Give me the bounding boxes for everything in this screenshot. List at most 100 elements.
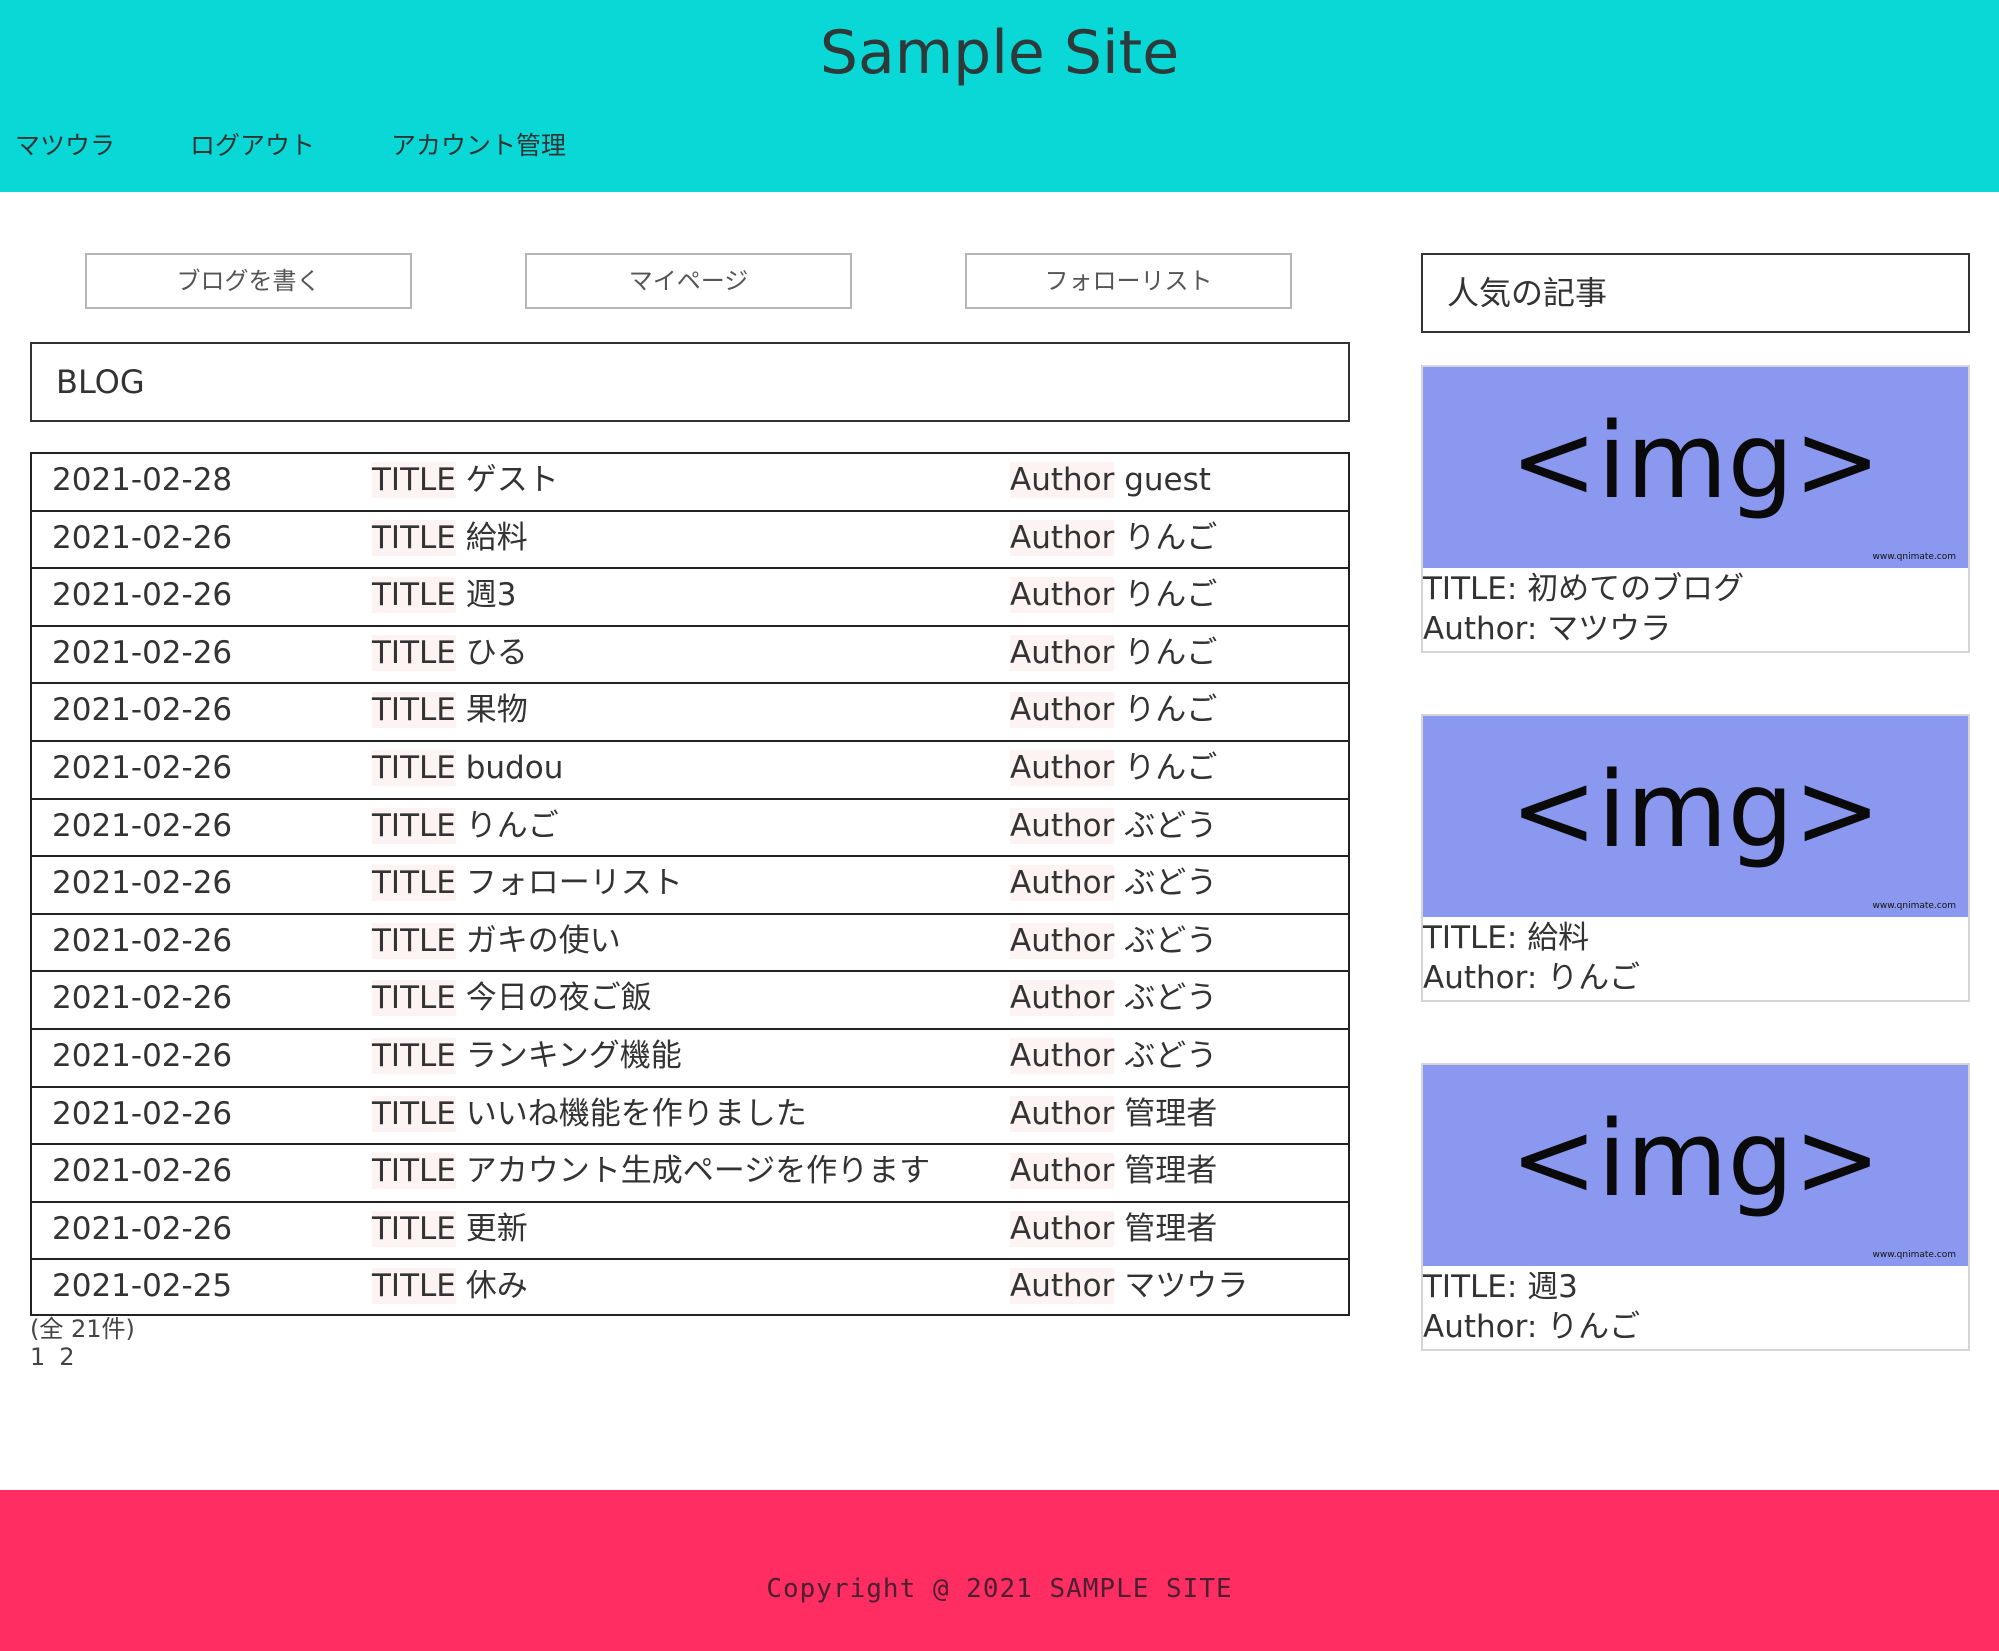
card-details: TITLE: 給料 Author: りんご (1423, 918, 1640, 998)
post-title[interactable]: TITLE いいね機能を作りました (372, 1088, 807, 1141)
post-title-text: ガキの使い (465, 922, 621, 959)
post-title[interactable]: TITLE アカウント生成ページを作ります (372, 1145, 930, 1198)
post-date: 2021-02-26 (52, 1037, 233, 1074)
post-title-text: 更新 (465, 1210, 528, 1247)
image-placeholder-text: <img> (1510, 400, 1881, 522)
post-title[interactable]: TITLE budou (372, 742, 563, 795)
post-date: 2021-02-26 (52, 922, 233, 959)
card-title-label: TITLE: (1423, 571, 1518, 607)
title-label: TITLE (372, 1037, 456, 1074)
site-title: Sample Site (819, 18, 1180, 88)
site-header: Sample Site マツウラ ログアウト アカウント管理 (0, 0, 1999, 192)
post-date: 2021-02-26 (52, 749, 233, 786)
post-title-text: ランキング機能 (465, 1037, 682, 1074)
post-author-text: 管理者 (1124, 1153, 1218, 1190)
post-title-text: budou (465, 749, 564, 786)
table-row[interactable]: 2021-02-26 TITLE 今日の夜ご飯 Author ぶどう (30, 970, 1350, 1028)
image-placeholder-text: <img> (1510, 1098, 1881, 1220)
pagination: 12 (30, 1342, 89, 1372)
author-label: Author (1010, 634, 1115, 671)
post-author-text: ぶどう (1124, 1037, 1218, 1074)
card-author: りんご (1547, 960, 1641, 996)
title-label: TITLE (372, 865, 456, 902)
post-title[interactable]: TITLE 休み (372, 1260, 528, 1313)
title-label: TITLE (372, 922, 456, 959)
post-title-text: フォローリスト (465, 865, 683, 902)
post-title-text: りんご (465, 807, 559, 844)
site-footer: Copyright @ 2021 SAMPLE SITE (0, 1490, 1999, 1651)
post-title-text: いいね機能を作りました (465, 1095, 807, 1132)
post-title-text: 給料 (465, 519, 528, 556)
author-label: Author (1010, 807, 1115, 844)
table-row[interactable]: 2021-02-26 TITLE いいね機能を作りました Author 管理者 (30, 1085, 1350, 1144)
title-label: TITLE (372, 1210, 456, 1247)
post-author-text: ぶどう (1124, 865, 1218, 902)
post-title[interactable]: TITLE ガキの使い (372, 915, 621, 968)
post-author-text: ぶどう (1124, 922, 1218, 959)
post-title[interactable]: TITLE 週3 (372, 569, 516, 622)
nav-user-name[interactable]: マツウラ (15, 126, 115, 166)
table-row[interactable]: 2021-02-26 TITLE 給料 Author りんご (30, 509, 1350, 568)
author-label: Author (1010, 519, 1115, 556)
table-row[interactable]: 2021-02-28 TITLE ゲスト Author guest (30, 452, 1350, 510)
page-link-1[interactable]: 1 (30, 1343, 45, 1371)
table-row[interactable]: 2021-02-25 TITLE 休み Author マツウラ (30, 1258, 1350, 1316)
card-title-line: TITLE: 週3 (1423, 1267, 1640, 1307)
my-page-button[interactable]: マイページ (525, 253, 852, 309)
post-title-text: 週3 (465, 577, 517, 614)
image-credit: www.qnimate.com (1872, 1250, 1956, 1260)
post-title[interactable]: TITLE りんご (372, 800, 559, 853)
nav-logout[interactable]: ログアウト (190, 126, 315, 166)
card-title-label: TITLE: (1423, 1269, 1518, 1305)
post-date: 2021-02-26 (52, 865, 233, 902)
table-row[interactable]: 2021-02-26 TITLE 週3 Author りんご (30, 567, 1350, 625)
image-placeholder-text: <img> (1510, 749, 1881, 871)
table-row[interactable]: 2021-02-26 TITLE フォローリスト Author ぶどう (30, 855, 1350, 913)
nav-account-settings[interactable]: アカウント管理 (391, 126, 566, 166)
post-title[interactable]: TITLE ひる (372, 627, 528, 680)
table-row[interactable]: 2021-02-26 TITLE アカウント生成ページを作ります Author 管理… (30, 1143, 1350, 1201)
post-title[interactable]: TITLE 今日の夜ご飯 (372, 972, 652, 1025)
card-details: TITLE: 週3 Author: りんご (1423, 1267, 1640, 1347)
author-label: Author (1010, 692, 1115, 729)
table-row[interactable]: 2021-02-26 TITLE 果物 Author りんご (30, 682, 1350, 740)
table-row[interactable]: 2021-02-26 TITLE budou Author りんご (30, 739, 1350, 798)
post-date: 2021-02-26 (52, 1210, 233, 1247)
card-author-line: Author: マツウラ (1423, 609, 1744, 649)
post-author: Author りんご (1010, 569, 1217, 622)
write-blog-button[interactable]: ブログを書く (85, 253, 412, 309)
post-title[interactable]: TITLE ゲスト (372, 454, 559, 507)
post-title[interactable]: TITLE 更新 (372, 1203, 528, 1256)
author-label: Author (1010, 462, 1115, 498)
post-title-text: ゲスト (465, 462, 559, 498)
popular-article-card[interactable]: <img> www.qnimate.com TITLE: 初めてのブログ Author… (1421, 365, 1970, 653)
popular-article-card[interactable]: <img> www.qnimate.com TITLE: 週3 Author: りんご (1421, 1063, 1970, 1351)
post-author: Author guest (1010, 454, 1211, 507)
author-label: Author (1010, 922, 1115, 959)
page-link-2[interactable]: 2 (59, 1343, 74, 1371)
post-date: 2021-02-28 (52, 462, 233, 498)
popular-article-card[interactable]: <img> www.qnimate.com TITLE: 給料 Author: りんご (1421, 714, 1970, 1002)
post-title[interactable]: TITLE 果物 (372, 684, 528, 737)
table-row[interactable]: 2021-02-26 TITLE ひる Author りんご (30, 624, 1350, 683)
table-row[interactable]: 2021-02-26 TITLE りんご Author ぶどう (30, 797, 1350, 856)
post-title[interactable]: TITLE 給料 (372, 512, 528, 565)
post-date: 2021-02-26 (52, 634, 233, 671)
image-credit: www.qnimate.com (1872, 901, 1956, 911)
table-row[interactable]: 2021-02-26 TITLE 更新 Author 管理者 (30, 1200, 1350, 1259)
post-author: Author りんご (1010, 627, 1217, 680)
post-title[interactable]: TITLE ランキング機能 (372, 1030, 682, 1083)
follow-list-button[interactable]: フォローリスト (965, 253, 1292, 309)
card-title-line: TITLE: 初めてのブログ (1423, 569, 1744, 609)
post-count: (全 21件) (30, 1315, 135, 1343)
copyright-text: Copyright @ 2021 SAMPLE SITE (766, 1574, 1233, 1604)
post-title[interactable]: TITLE フォローリスト (372, 857, 683, 910)
post-author-text: りんご (1124, 692, 1218, 729)
author-label: Author (1010, 577, 1115, 614)
article-thumbnail: <img> www.qnimate.com (1423, 367, 1968, 568)
table-row[interactable]: 2021-02-26 TITLE ガキの使い Author ぶどう (30, 912, 1350, 971)
post-date: 2021-02-26 (52, 980, 233, 1017)
post-author: Author マツウラ (1010, 1260, 1248, 1313)
table-row[interactable]: 2021-02-26 TITLE ランキング機能 Author ぶどう (30, 1027, 1350, 1086)
post-title-text: 今日の夜ご飯 (465, 980, 652, 1017)
